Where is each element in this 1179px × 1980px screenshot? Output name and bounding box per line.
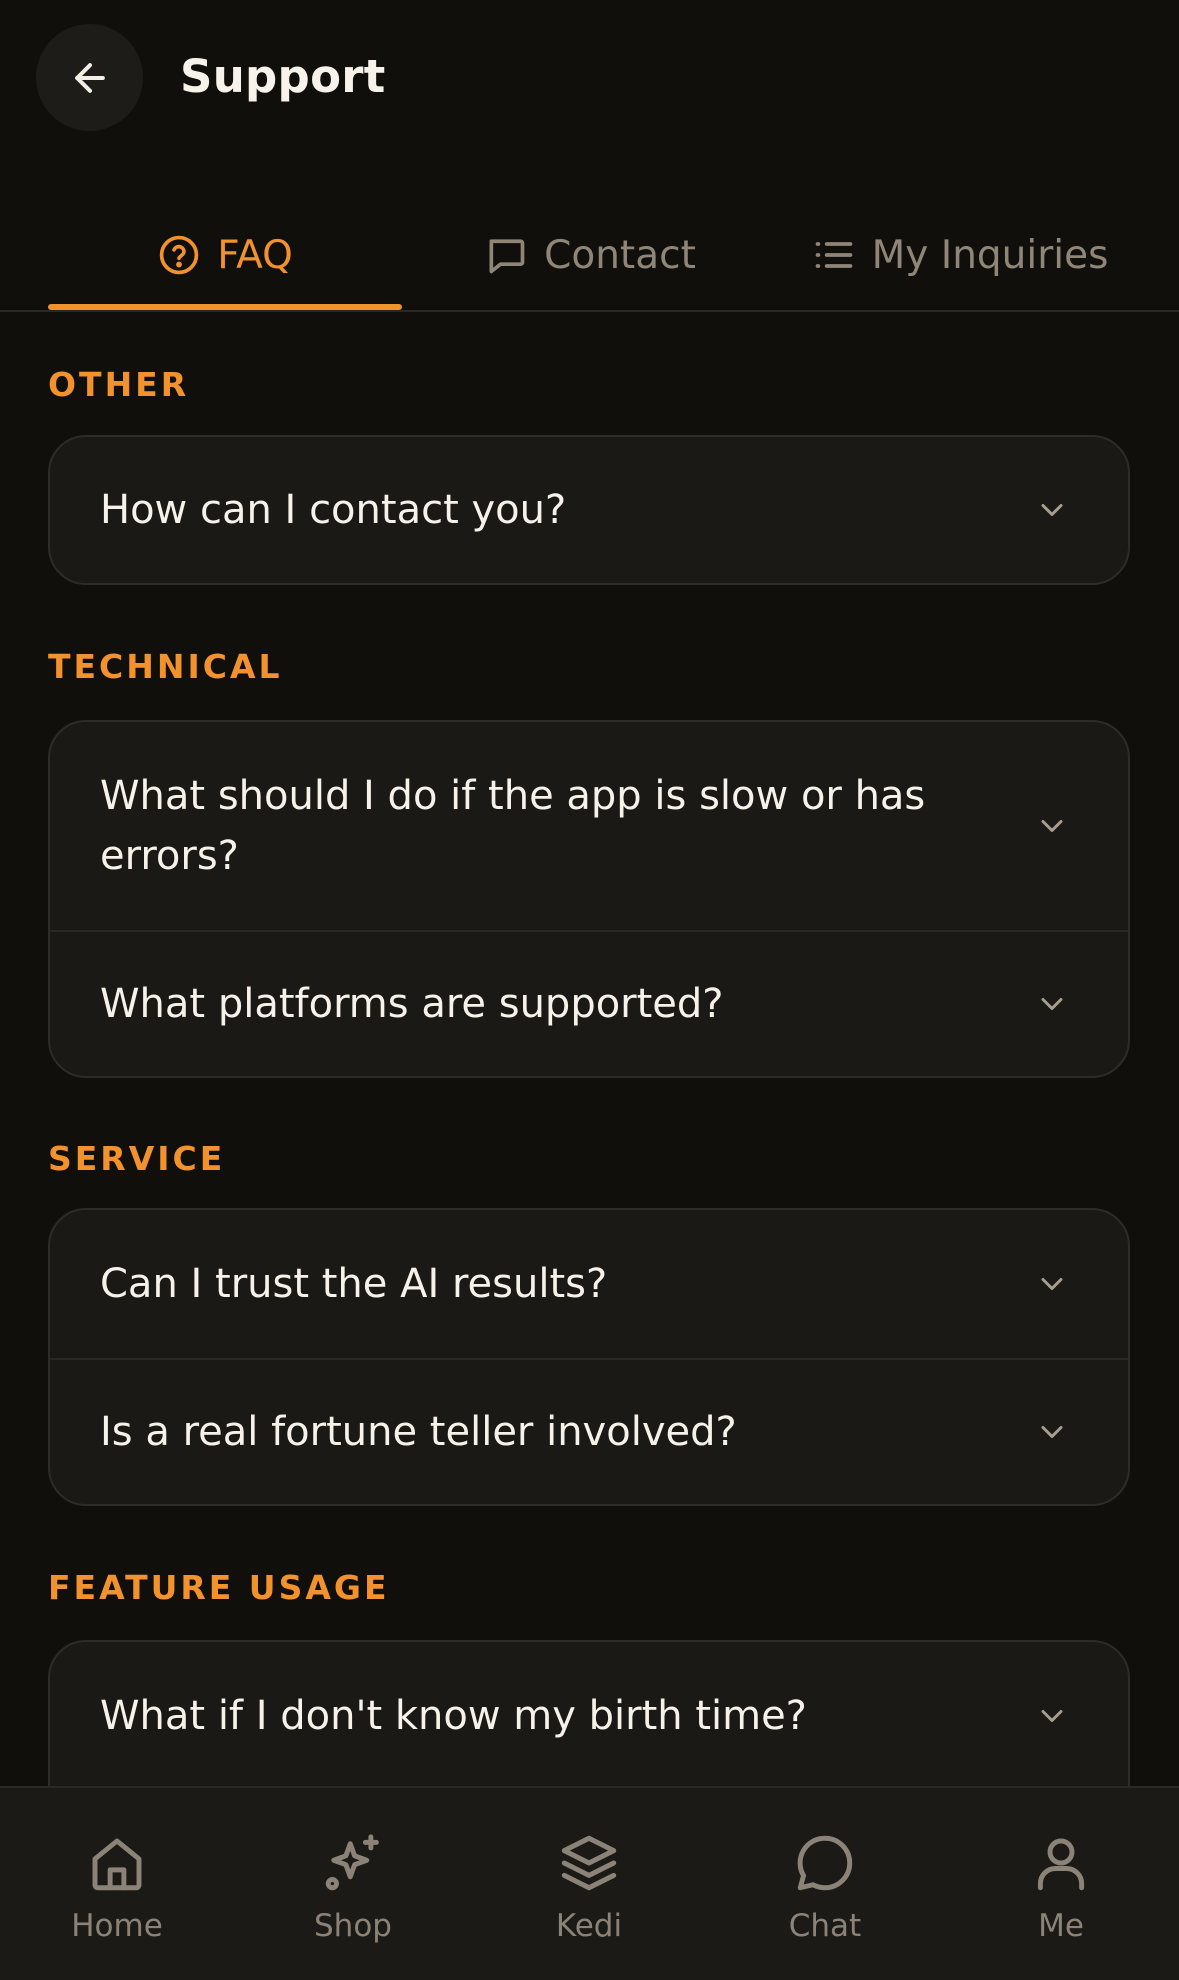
sparkles-icon [325, 1834, 379, 1891]
faq-question: Is a real fortune teller involved? [100, 1409, 737, 1455]
help-circle-icon [159, 235, 199, 275]
chat-bubble-icon [797, 1835, 853, 1891]
chevron-down-icon [1041, 1710, 1063, 1722]
chevron-down-icon [1041, 1278, 1063, 1290]
header: Support [0, 0, 1179, 160]
nav-kedi[interactable]: Kedi [489, 1788, 689, 1980]
arrow-left-icon [74, 62, 105, 93]
faq-card-technical: What should I do if the app is slow or h… [48, 720, 1130, 1078]
home-icon [92, 1838, 142, 1891]
layers-icon [561, 1835, 617, 1891]
nav-shop-label: Shop [314, 1908, 392, 1944]
faq-item[interactable]: Can I trust the AI results? [50, 1210, 1128, 1358]
chevron-down-icon [1041, 820, 1063, 832]
nav-chat-label: Chat [788, 1908, 862, 1944]
nav-shop[interactable]: Shop [253, 1788, 453, 1980]
nav-home-label: Home [71, 1908, 163, 1944]
nav-me[interactable]: Me [961, 1788, 1161, 1980]
faq-item[interactable]: Is a real fortune teller involved? [50, 1358, 1128, 1504]
faq-card-service: Can I trust the AI results? Is a real fo… [48, 1208, 1130, 1506]
section-title-other: OTHER [48, 365, 190, 404]
section-title-feature-usage: FEATURE USAGE [48, 1568, 390, 1607]
chevron-down-icon [1041, 504, 1063, 516]
faq-item[interactable]: How can I contact you? [50, 437, 1128, 583]
page-title: Support [180, 50, 386, 103]
list-icon [815, 242, 852, 268]
bottom-nav: Home Shop Kedi Chat Me [0, 1786, 1179, 1980]
nav-kedi-label: Kedi [555, 1908, 623, 1944]
nav-chat[interactable]: Chat [725, 1788, 925, 1980]
faq-question: What if I don't know my birth time? [100, 1693, 807, 1739]
tab-my-inquiries[interactable]: My Inquiries [790, 200, 1130, 310]
faq-question: What should I do if the app is slow or h… [100, 773, 926, 879]
nav-home[interactable]: Home [17, 1788, 217, 1980]
active-tab-indicator [48, 304, 402, 310]
section-title-technical: TECHNICAL [48, 647, 283, 686]
tab-contact[interactable]: Contact [440, 200, 740, 310]
faq-item[interactable]: What should I do if the app is slow or h… [50, 722, 1128, 930]
support-page: Support FAQ Contact My Inquiries OTHER H… [0, 0, 1179, 1980]
chevron-down-icon [1041, 1426, 1063, 1438]
message-square-icon [489, 239, 525, 274]
chevron-down-icon [1041, 998, 1063, 1010]
back-button[interactable] [36, 24, 143, 131]
tab-contact-label: Contact [544, 232, 696, 278]
faq-question: Can I trust the AI results? [100, 1261, 608, 1307]
tab-faq[interactable]: FAQ [48, 200, 402, 310]
faq-question: How can I contact you? [100, 487, 567, 533]
faq-card-other: How can I contact you? [48, 435, 1130, 585]
faq-question: What platforms are supported? [100, 981, 724, 1027]
tab-bar: FAQ Contact My Inquiries [0, 200, 1179, 312]
section-title-service: SERVICE [48, 1139, 226, 1178]
faq-item[interactable]: What platforms are supported? [50, 930, 1128, 1076]
tab-my-inquiries-label: My Inquiries [871, 232, 1109, 278]
nav-me-label: Me [1038, 1908, 1084, 1944]
tab-faq-label: FAQ [217, 232, 293, 278]
faq-item[interactable]: What if I don't know my birth time? [50, 1642, 1128, 1790]
user-icon [1037, 1838, 1085, 1891]
